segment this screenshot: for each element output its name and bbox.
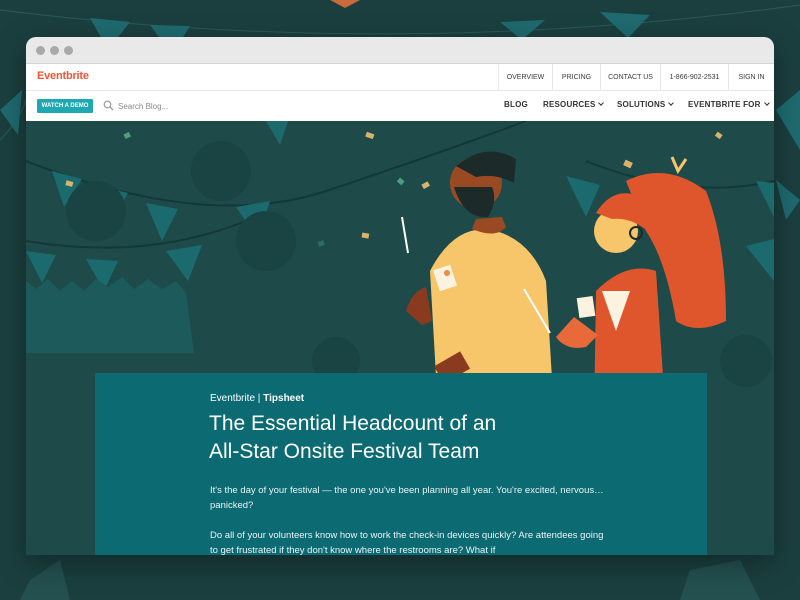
chevron-down-icon bbox=[668, 100, 675, 106]
top-navigation: Eventbrite OVERVIEW PRICING CONTACT US 1… bbox=[26, 64, 774, 91]
nav-contact-us[interactable]: CONTACT US bbox=[600, 64, 660, 91]
article-card: Eventbrite | Tipsheet The Essential Head… bbox=[95, 373, 707, 555]
article-title: The Essential Headcount of an All-Star On… bbox=[209, 410, 609, 466]
window-dot-icon bbox=[64, 46, 73, 55]
nav-pricing[interactable]: PRICING bbox=[552, 64, 600, 91]
window-dot-icon bbox=[36, 46, 45, 55]
browser-titlebar bbox=[26, 37, 774, 64]
nav-resources[interactable]: RESOURCES bbox=[543, 100, 605, 109]
nav-resources-label: RESOURCES bbox=[543, 100, 596, 109]
search-input[interactable] bbox=[118, 99, 238, 113]
article-eyebrow: Eventbrite | Tipsheet bbox=[210, 393, 304, 404]
nav-solutions[interactable]: SOLUTIONS bbox=[617, 100, 675, 109]
nav-eventbrite-for-label: EVENTBRITE FOR bbox=[688, 100, 761, 109]
watch-demo-button[interactable]: WATCH A DEMO bbox=[37, 99, 93, 113]
eyebrow-separator: | bbox=[255, 393, 264, 404]
article-paragraph: Do all of your volunteers know how to wo… bbox=[210, 530, 604, 555]
nav-eventbrite-for[interactable]: EVENTBRITE FOR bbox=[688, 100, 770, 109]
article-title-line2: All-Star Onsite Festival Team bbox=[209, 440, 480, 463]
hero-section: Eventbrite | Tipsheet The Essential Head… bbox=[26, 121, 774, 555]
nav-overview[interactable]: OVERVIEW bbox=[498, 64, 552, 91]
sub-navigation: WATCH A DEMO BLOG RESOURCES SOLUTIONS EV… bbox=[26, 91, 774, 121]
article-category[interactable]: Tipsheet bbox=[263, 393, 304, 404]
browser-window: Eventbrite OVERVIEW PRICING CONTACT US 1… bbox=[26, 37, 774, 555]
nav-sign-in[interactable]: SIGN IN bbox=[728, 64, 774, 91]
nav-blog[interactable]: BLOG bbox=[504, 100, 528, 109]
search-icon[interactable] bbox=[103, 100, 114, 111]
chevron-down-icon bbox=[763, 100, 770, 106]
nav-phone[interactable]: 1-866-902-2531 bbox=[660, 64, 728, 91]
article-title-line1: The Essential Headcount of an bbox=[209, 412, 497, 435]
nav-blog-label: BLOG bbox=[504, 100, 528, 109]
window-dot-icon bbox=[50, 46, 59, 55]
chevron-down-icon bbox=[598, 100, 605, 106]
article-paragraph: It's the day of your festival — the one … bbox=[210, 485, 604, 511]
eventbrite-logo[interactable]: Eventbrite bbox=[37, 70, 89, 82]
article-brand: Eventbrite bbox=[210, 393, 256, 404]
nav-solutions-label: SOLUTIONS bbox=[617, 100, 666, 109]
